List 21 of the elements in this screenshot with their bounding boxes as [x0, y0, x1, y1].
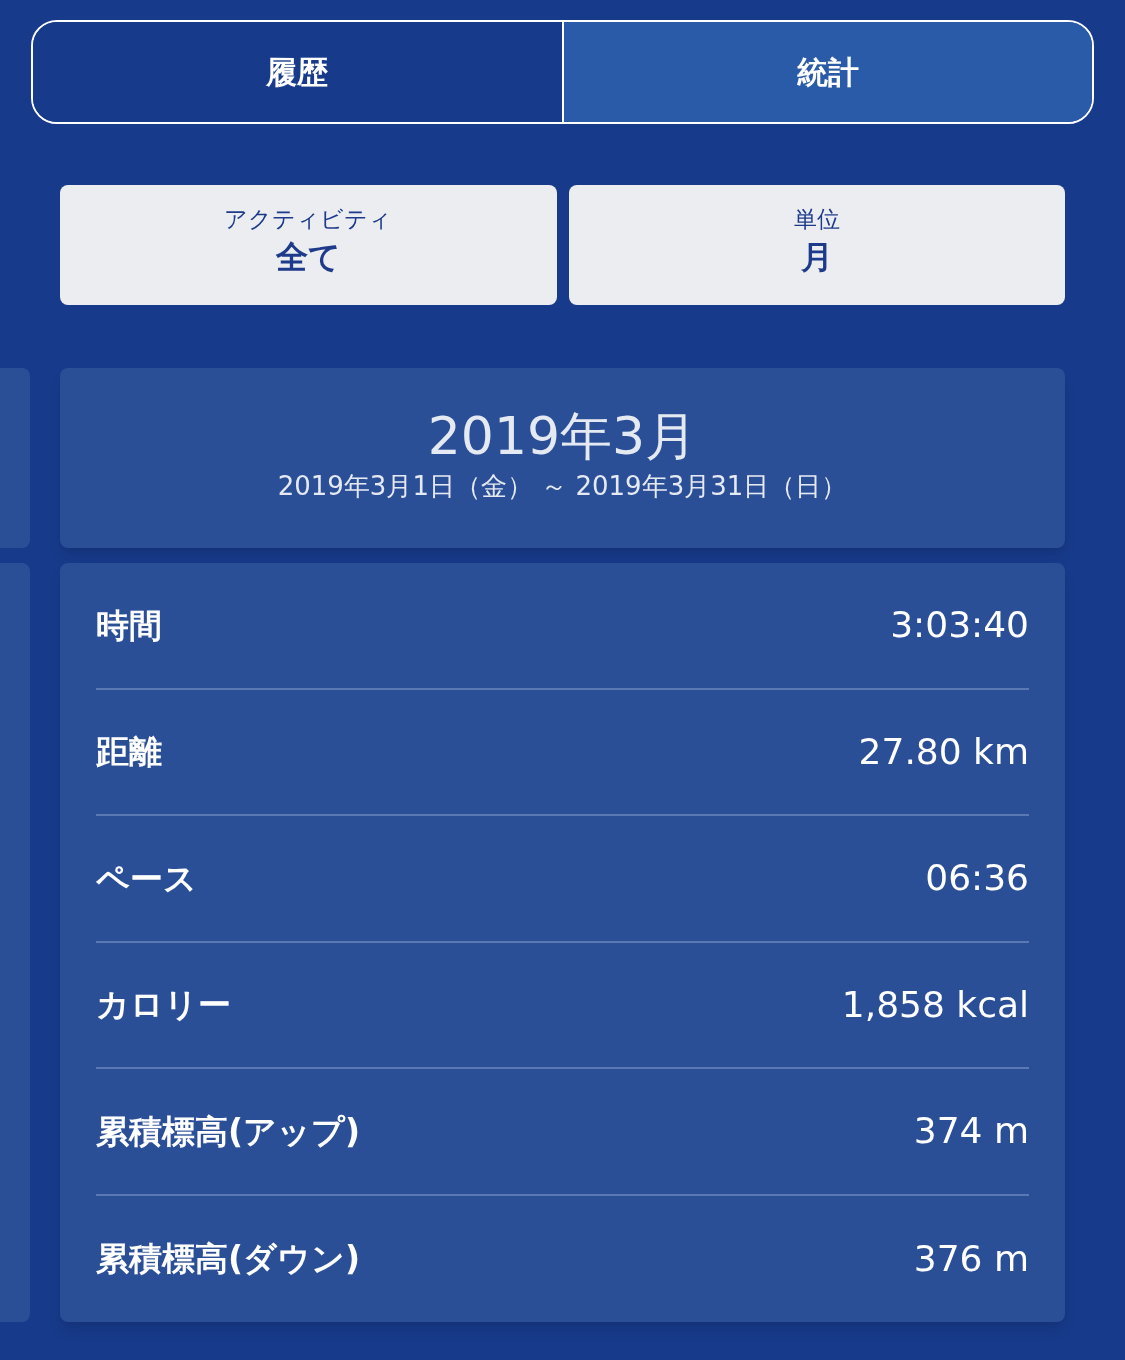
filter-button[interactable]: 単位 月	[568, 185, 1065, 305]
period-title: 2019年3月	[427, 405, 698, 468]
stat-value: 374 m	[913, 1109, 1029, 1154]
stat-value: 1,858 kcal	[841, 982, 1029, 1027]
stat-label: 距離	[96, 731, 162, 773]
stat-value: 3:03:40	[890, 603, 1029, 648]
filter-value: 月	[800, 237, 833, 278]
stat-label: 累積標高(アップ)	[96, 1110, 361, 1153]
stat-label: 累積標高(ダウン)	[96, 1238, 361, 1280]
filter-button[interactable]: アクティビティ 全て	[60, 185, 557, 305]
filter-value: 全て	[275, 237, 341, 278]
period-range: 2019年3月1日（金） ～ 2019年3月31日（日）	[277, 470, 848, 503]
stat-value: 06:36	[925, 856, 1029, 901]
stat-value: 376 m	[913, 1236, 1029, 1281]
stat-label: 時間	[96, 604, 162, 647]
stat-label: カロリー	[96, 984, 231, 1026]
filter-label: 単位	[793, 205, 840, 234]
filter-label: アクティビティ	[224, 205, 393, 234]
stat-label: ペース	[96, 857, 197, 900]
tab[interactable]: 統計	[561, 22, 1092, 122]
stat-value: 27.80 km	[858, 729, 1029, 774]
